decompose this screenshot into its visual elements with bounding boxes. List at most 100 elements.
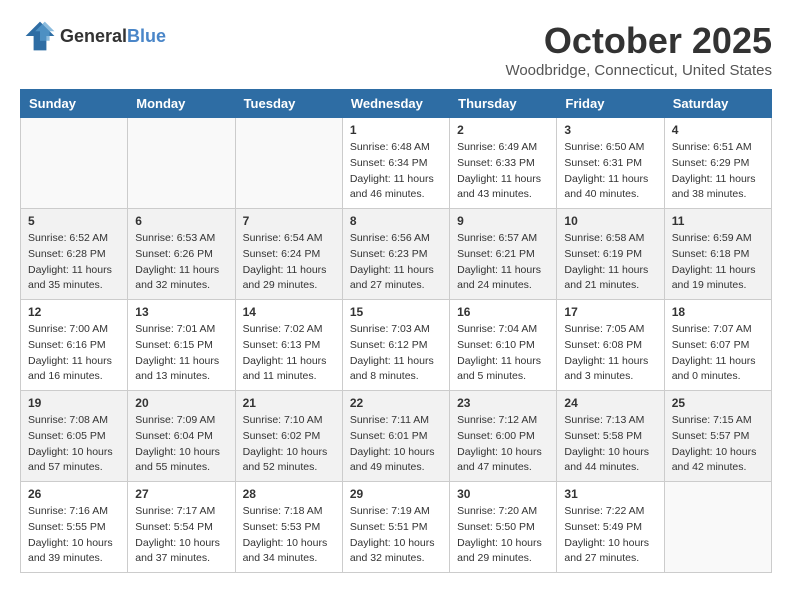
day-info: Sunrise: 7:05 AMSunset: 6:08 PMDaylight:… (564, 322, 656, 385)
weekday-header-row: SundayMondayTuesdayWednesdayThursdayFrid… (21, 90, 772, 118)
day-info: Sunrise: 7:03 AMSunset: 6:12 PMDaylight:… (350, 322, 442, 385)
day-number: 29 (350, 487, 442, 501)
calendar-cell: 31Sunrise: 7:22 AMSunset: 5:49 PMDayligh… (557, 482, 664, 573)
calendar-table: SundayMondayTuesdayWednesdayThursdayFrid… (20, 89, 772, 573)
calendar-cell: 11 Sunrise: 6:59 AMSunset: 6:18 PMDayligh… (664, 209, 771, 300)
calendar-cell: 13Sunrise: 7:01 AMSunset: 6:15 PMDayligh… (128, 300, 235, 391)
day-number: 8 (350, 214, 442, 228)
day-info: Sunrise: 7:18 AMSunset: 5:53 PMDaylight:… (243, 504, 335, 567)
day-number: 16 (457, 305, 549, 319)
day-number: 11 (672, 214, 764, 228)
day-info: Sunrise: 6:48 AMSunset: 6:34 PMDaylight:… (350, 140, 442, 203)
calendar-cell: 20 Sunrise: 7:09 AMSunset: 6:04 PMDayligh… (128, 391, 235, 482)
day-number: 6 (135, 214, 227, 228)
weekday-header-monday: Monday (128, 90, 235, 118)
day-number: 26 (28, 487, 120, 501)
calendar-week-row: 5Sunrise: 6:52 AMSunset: 6:28 PMDaylight… (21, 209, 772, 300)
calendar-cell: 19 Sunrise: 7:08 AMSunset: 6:05 PMDayligh… (21, 391, 128, 482)
calendar-cell: 29 Sunrise: 7:19 AMSunset: 5:51 PMDayligh… (342, 482, 449, 573)
month-title: October 2025 (505, 20, 772, 62)
calendar-cell: 14Sunrise: 7:02 AMSunset: 6:13 PMDayligh… (235, 300, 342, 391)
day-info: Sunrise: 7:07 AMSunset: 6:07 PMDaylight:… (672, 322, 764, 385)
day-info: Sunrise: 6:57 AMSunset: 6:21 PMDaylight:… (457, 231, 549, 294)
calendar-cell: 22 Sunrise: 7:11 AMSunset: 6:01 PMDayligh… (342, 391, 449, 482)
calendar-week-row: 19 Sunrise: 7:08 AMSunset: 6:05 PMDayligh… (21, 391, 772, 482)
day-info: Sunrise: 7:17 AMSunset: 5:54 PMDaylight:… (135, 504, 227, 567)
day-number: 13 (135, 305, 227, 319)
day-number: 20 (135, 396, 227, 410)
day-info: Sunrise: 6:51 AMSunset: 6:29 PMDaylight:… (672, 140, 764, 203)
day-info: Sunrise: 6:58 AMSunset: 6:19 PMDaylight:… (564, 231, 656, 294)
day-number: 14 (243, 305, 335, 319)
day-info: Sunrise: 7:04 AMSunset: 6:10 PMDaylight:… (457, 322, 549, 385)
calendar-cell: 18 Sunrise: 7:07 AMSunset: 6:07 PMDayligh… (664, 300, 771, 391)
day-number: 24 (564, 396, 656, 410)
day-number: 18 (672, 305, 764, 319)
day-info: Sunrise: 7:08 AMSunset: 6:05 PMDaylight:… (28, 413, 120, 476)
calendar-cell: 6 Sunrise: 6:53 AMSunset: 6:26 PMDaylight… (128, 209, 235, 300)
day-info: Sunrise: 6:56 AMSunset: 6:23 PMDaylight:… (350, 231, 442, 294)
calendar-cell: 4 Sunrise: 6:51 AMSunset: 6:29 PMDaylight… (664, 118, 771, 209)
calendar-cell: 3 Sunrise: 6:50 AMSunset: 6:31 PMDaylight… (557, 118, 664, 209)
day-number: 21 (243, 396, 335, 410)
day-number: 10 (564, 214, 656, 228)
day-number: 15 (350, 305, 442, 319)
calendar-cell: 2 Sunrise: 6:49 AMSunset: 6:33 PMDaylight… (450, 118, 557, 209)
day-number: 2 (457, 123, 549, 137)
day-number: 7 (243, 214, 335, 228)
day-number: 25 (672, 396, 764, 410)
calendar-cell (664, 482, 771, 573)
logo: GeneralBlue (20, 20, 166, 52)
day-number: 23 (457, 396, 549, 410)
day-info: Sunrise: 7:22 AMSunset: 5:49 PMDaylight:… (564, 504, 656, 567)
day-info: Sunrise: 6:53 AMSunset: 6:26 PMDaylight:… (135, 231, 227, 294)
calendar-cell: 30Sunrise: 7:20 AMSunset: 5:50 PMDayligh… (450, 482, 557, 573)
day-number: 12 (28, 305, 120, 319)
day-number: 9 (457, 214, 549, 228)
weekday-header-thursday: Thursday (450, 90, 557, 118)
calendar-cell: 25 Sunrise: 7:15 AMSunset: 5:57 PMDayligh… (664, 391, 771, 482)
day-info: Sunrise: 6:59 AMSunset: 6:18 PMDaylight:… (672, 231, 764, 294)
day-info: Sunrise: 6:49 AMSunset: 6:33 PMDaylight:… (457, 140, 549, 203)
day-info: Sunrise: 7:09 AMSunset: 6:04 PMDaylight:… (135, 413, 227, 476)
calendar-cell: 28Sunrise: 7:18 AMSunset: 5:53 PMDayligh… (235, 482, 342, 573)
calendar-cell: 10 Sunrise: 6:58 AMSunset: 6:19 PMDayligh… (557, 209, 664, 300)
day-number: 22 (350, 396, 442, 410)
title-block: October 2025 Woodbridge, Connecticut, Un… (505, 20, 772, 79)
day-info: Sunrise: 7:15 AMSunset: 5:57 PMDaylight:… (672, 413, 764, 476)
location-title: Woodbridge, Connecticut, United States (505, 62, 772, 79)
calendar-cell (128, 118, 235, 209)
calendar-cell: 8 Sunrise: 6:56 AMSunset: 6:23 PMDaylight… (342, 209, 449, 300)
calendar-week-row: 26 Sunrise: 7:16 AMSunset: 5:55 PMDayligh… (21, 482, 772, 573)
calendar-cell: 15 Sunrise: 7:03 AMSunset: 6:12 PMDayligh… (342, 300, 449, 391)
weekday-header-friday: Friday (557, 90, 664, 118)
day-info: Sunrise: 7:16 AMSunset: 5:55 PMDaylight:… (28, 504, 120, 567)
calendar-cell: 5Sunrise: 6:52 AMSunset: 6:28 PMDaylight… (21, 209, 128, 300)
day-info: Sunrise: 6:54 AMSunset: 6:24 PMDaylight:… (243, 231, 335, 294)
day-info: Sunrise: 6:50 AMSunset: 6:31 PMDaylight:… (564, 140, 656, 203)
day-number: 4 (672, 123, 764, 137)
calendar-cell: 21 Sunrise: 7:10 AMSunset: 6:02 PMDayligh… (235, 391, 342, 482)
day-info: Sunrise: 7:12 AMSunset: 6:00 PMDaylight:… (457, 413, 549, 476)
day-info: Sunrise: 7:10 AMSunset: 6:02 PMDaylight:… (243, 413, 335, 476)
weekday-header-wednesday: Wednesday (342, 90, 449, 118)
calendar-week-row: 1 Sunrise: 6:48 AMSunset: 6:34 PMDaylight… (21, 118, 772, 209)
logo-icon (24, 20, 56, 52)
day-info: Sunrise: 7:11 AMSunset: 6:01 PMDaylight:… (350, 413, 442, 476)
calendar-cell (21, 118, 128, 209)
day-info: Sunrise: 6:52 AMSunset: 6:28 PMDaylight:… (28, 231, 120, 294)
day-info: Sunrise: 7:19 AMSunset: 5:51 PMDaylight:… (350, 504, 442, 567)
day-number: 3 (564, 123, 656, 137)
weekday-header-sunday: Sunday (21, 90, 128, 118)
logo-general: GeneralBlue (60, 26, 166, 47)
day-info: Sunrise: 7:00 AMSunset: 6:16 PMDaylight:… (28, 322, 120, 385)
day-number: 27 (135, 487, 227, 501)
day-number: 19 (28, 396, 120, 410)
calendar-cell: 17Sunrise: 7:05 AMSunset: 6:08 PMDayligh… (557, 300, 664, 391)
calendar-cell (235, 118, 342, 209)
calendar-cell: 24Sunrise: 7:13 AMSunset: 5:58 PMDayligh… (557, 391, 664, 482)
weekday-header-tuesday: Tuesday (235, 90, 342, 118)
page-header: GeneralBlue October 2025 Woodbridge, Con… (20, 20, 772, 79)
weekday-header-saturday: Saturday (664, 90, 771, 118)
day-number: 1 (350, 123, 442, 137)
